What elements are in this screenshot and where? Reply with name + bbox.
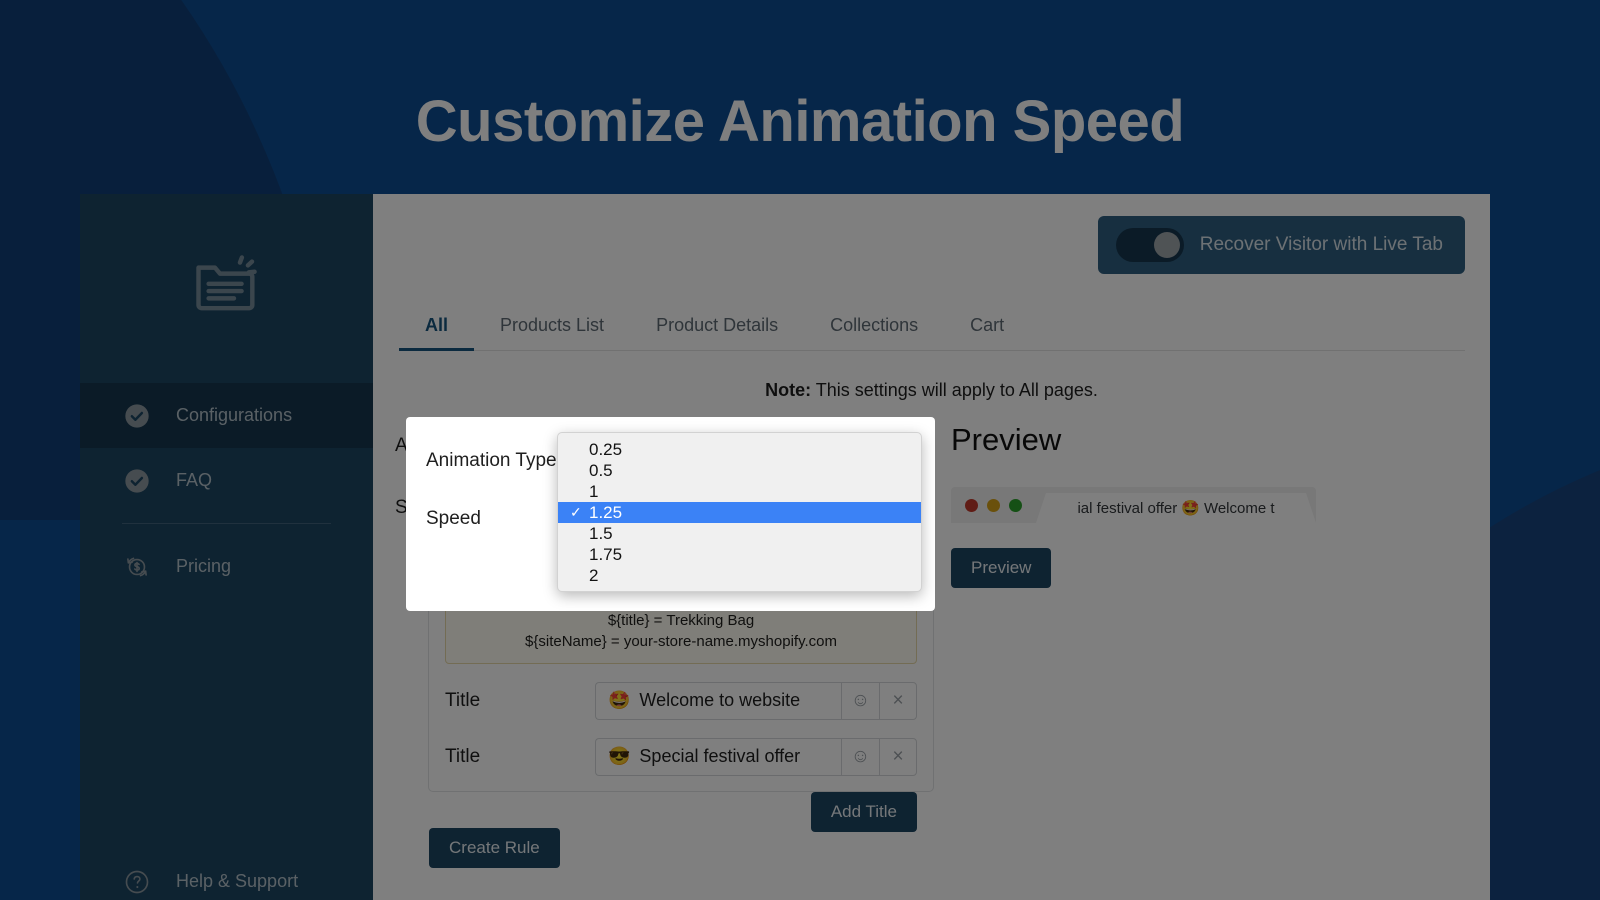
dropdown-option[interactable]: 1	[558, 481, 921, 502]
dropdown-option-selected[interactable]: ✓ 1.25	[558, 502, 921, 523]
option-label: 1.75	[589, 544, 623, 564]
option-label: 1.25	[589, 502, 623, 522]
modal-speed-label: Speed	[426, 508, 481, 529]
option-label: 0.25	[589, 439, 623, 459]
modal-animation-type-label: Animation Type	[426, 450, 557, 471]
dropdown-option[interactable]: 1.75	[558, 544, 921, 565]
option-label: 1.5	[589, 523, 613, 543]
option-label: 0.5	[589, 460, 613, 480]
speed-dropdown-list[interactable]: 0.25 0.5 1 ✓ 1.25 1.5 1.75 2	[557, 432, 922, 592]
option-label: 2	[589, 565, 599, 585]
dropdown-option[interactable]: 0.25	[558, 439, 921, 460]
option-check-icon: ✓	[570, 504, 582, 520]
dropdown-option[interactable]: 0.5	[558, 460, 921, 481]
option-label: 1	[589, 481, 599, 501]
dropdown-option[interactable]: 2	[558, 565, 921, 586]
dropdown-option[interactable]: 1.5	[558, 523, 921, 544]
